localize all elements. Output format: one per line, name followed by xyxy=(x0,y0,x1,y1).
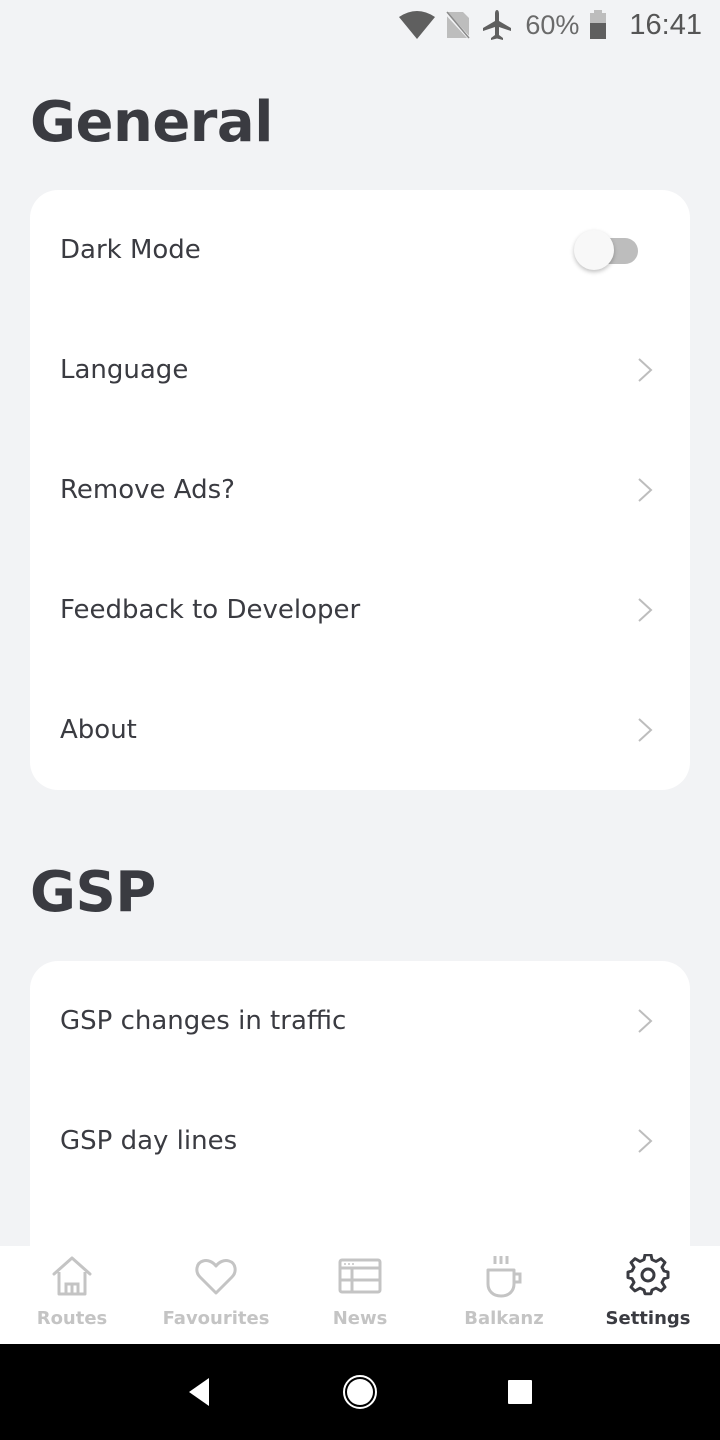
no-sim-icon xyxy=(445,10,472,40)
status-bar: 60% 16:41 xyxy=(0,0,720,50)
home-circle-icon xyxy=(343,1375,377,1409)
airplane-mode-icon xyxy=(481,9,513,41)
settings-content[interactable]: General Dark Mode Language Remove Ads? F… xyxy=(0,50,720,1246)
setting-about[interactable]: About xyxy=(30,670,690,790)
nav-label: Balkanz xyxy=(464,1308,544,1329)
status-clock: 16:41 xyxy=(629,8,702,41)
back-button[interactable] xyxy=(176,1368,224,1416)
wifi-icon xyxy=(399,11,436,39)
setting-feedback[interactable]: Feedback to Developer xyxy=(30,550,690,670)
gsp-settings-card: GSP changes in traffic GSP day lines xyxy=(30,961,690,1246)
battery-icon xyxy=(589,10,607,40)
toggle-knob xyxy=(574,230,614,270)
setting-label: GSP changes in traffic xyxy=(60,1006,347,1036)
gear-icon xyxy=(626,1254,670,1296)
setting-language[interactable]: Language xyxy=(30,310,690,430)
nav-label: Favourites xyxy=(162,1308,270,1329)
setting-label: Feedback to Developer xyxy=(60,595,361,625)
back-triangle-icon xyxy=(189,1378,209,1406)
setting-label: Dark Mode xyxy=(60,235,201,265)
setting-label: Remove Ads? xyxy=(60,475,235,505)
chevron-right-icon xyxy=(638,1009,653,1033)
setting-remove-ads[interactable]: Remove Ads? xyxy=(30,430,690,550)
setting-label: About xyxy=(60,715,137,745)
setting-label: Language xyxy=(60,355,189,385)
nav-tab-settings[interactable]: Settings xyxy=(576,1246,720,1344)
setting-gsp-changes-in-traffic[interactable]: GSP changes in traffic xyxy=(30,961,690,1081)
nav-label: News xyxy=(332,1308,388,1329)
setting-gsp-day-lines[interactable]: GSP day lines xyxy=(30,1081,690,1201)
recents-square-icon xyxy=(508,1380,532,1404)
nav-tab-balkanz[interactable]: Balkanz xyxy=(432,1246,576,1344)
chevron-right-icon xyxy=(638,718,653,742)
bottom-nav: Routes Favourites News Balkanz Settings xyxy=(0,1246,720,1344)
recents-button[interactable] xyxy=(496,1368,544,1416)
setting-label: GSP day lines xyxy=(60,1126,238,1156)
system-nav-bar xyxy=(0,1344,720,1440)
nav-tab-news[interactable]: News xyxy=(288,1246,432,1344)
home-button[interactable] xyxy=(336,1368,384,1416)
dark-mode-toggle[interactable] xyxy=(574,228,638,270)
nav-tab-routes[interactable]: Routes xyxy=(0,1246,144,1344)
chevron-right-icon xyxy=(638,358,653,382)
setting-dark-mode[interactable]: Dark Mode xyxy=(30,190,690,310)
heart-icon xyxy=(195,1259,237,1295)
nav-tab-favourites[interactable]: Favourites xyxy=(144,1246,288,1344)
general-settings-card: Dark Mode Language Remove Ads? Feedback … xyxy=(30,190,690,790)
section-title-general: General xyxy=(30,90,273,155)
nav-label: Settings xyxy=(605,1308,691,1329)
news-icon xyxy=(338,1258,382,1294)
battery-percent: 60% xyxy=(525,9,580,40)
home-icon xyxy=(52,1256,92,1296)
chevron-right-icon xyxy=(638,1129,653,1153)
chevron-right-icon xyxy=(638,478,653,502)
nav-label: Routes xyxy=(36,1308,108,1329)
chevron-right-icon xyxy=(638,598,653,622)
coffee-cup-icon xyxy=(486,1256,522,1298)
section-title-gsp: GSP xyxy=(30,860,156,925)
